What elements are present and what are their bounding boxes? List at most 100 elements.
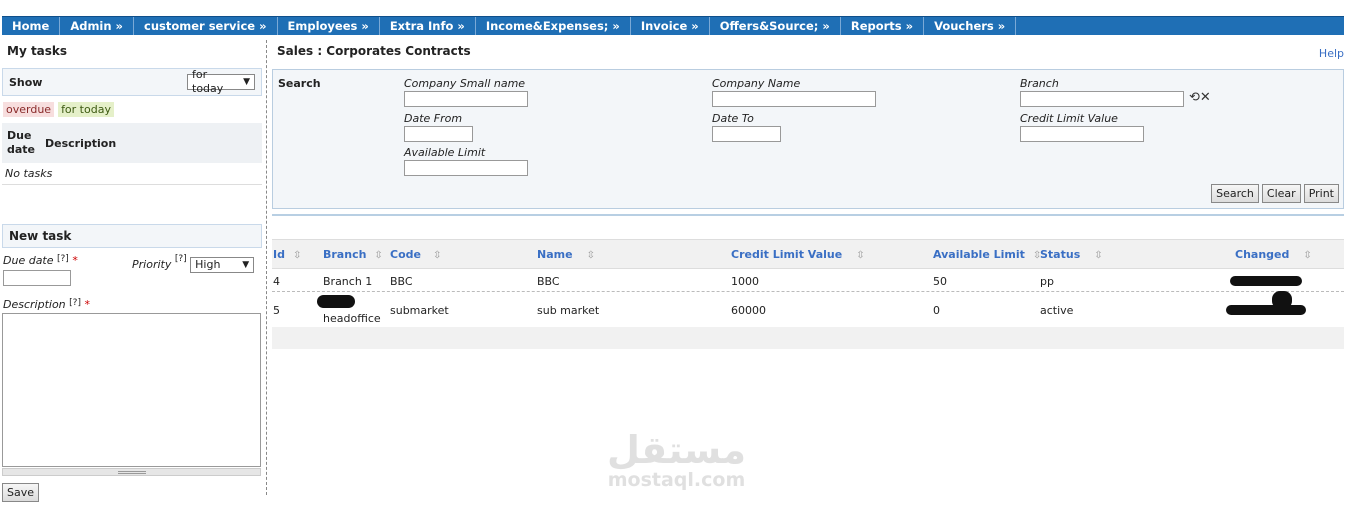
col-code-label: Code <box>390 248 421 261</box>
for-today-badge: for today <box>58 102 114 117</box>
menu-offers-source[interactable]: Offers&Source; » <box>710 17 841 35</box>
menu-income-expenses[interactable]: Income&Expenses; » <box>476 17 631 35</box>
sort-icon[interactable]: ⇳ <box>587 250 595 261</box>
new-task-fields-row: Due date [?] * Priority [?] High ▼ <box>2 248 262 298</box>
sort-icon[interactable]: ⇳ <box>433 250 441 261</box>
date-from-input[interactable] <box>404 126 473 142</box>
company-name-input[interactable] <box>712 91 876 107</box>
redacted-mark <box>317 295 355 308</box>
search-buttons: Search Clear Print <box>1211 184 1339 203</box>
menu-vouchers[interactable]: Vouchers » <box>924 17 1017 35</box>
cell-branch: headoffice <box>323 312 381 325</box>
description-group: Description [?] * <box>2 298 262 311</box>
available-limit-input[interactable] <box>404 160 528 176</box>
col-changed[interactable]: Changed ⇳ <box>1235 240 1312 270</box>
menu-admin[interactable]: Admin » <box>60 17 134 35</box>
cell-id: 4 <box>273 275 280 288</box>
clear-button[interactable]: Clear <box>1261 184 1301 203</box>
search-title: Search <box>278 77 321 90</box>
watermark-logo: مستقل mostaql.com <box>607 430 746 490</box>
company-small-name-label: Company Small name <box>404 77 526 90</box>
description-required: * <box>84 298 90 311</box>
watermark-latin: mostaql.com <box>607 469 746 491</box>
sort-icon[interactable]: ⇳ <box>293 250 301 261</box>
cell-status: pp <box>1040 275 1054 288</box>
sort-icon[interactable]: ⇳ <box>856 250 864 261</box>
description-textarea[interactable] <box>2 313 261 467</box>
redacted-mark <box>1226 305 1306 315</box>
show-select[interactable]: for today ▼ <box>187 68 255 95</box>
col-branch[interactable]: Branch ⇳ <box>323 240 383 270</box>
close-icon[interactable]: ✕ <box>1200 90 1211 105</box>
chevron-down-icon: ▼ <box>243 77 250 87</box>
due-date-header: Due date <box>7 129 45 157</box>
credit-limit-value-field: Credit Limit Value <box>1020 112 1144 142</box>
description-label: Description <box>3 298 66 311</box>
menu-employees[interactable]: Employees » <box>278 17 380 35</box>
credit-limit-value-input[interactable] <box>1020 126 1144 142</box>
save-button[interactable]: Save <box>2 483 40 502</box>
chevron-down-icon: ▼ <box>242 260 250 270</box>
my-tasks-panel: My tasks Show for today ▼ overdue for to… <box>2 40 262 185</box>
branch-input[interactable] <box>1020 91 1184 107</box>
col-credit-limit-value[interactable]: Credit Limit Value ⇳ <box>731 240 865 270</box>
cell-credit: 60000 <box>731 304 766 317</box>
priority-help[interactable]: [?] <box>175 254 187 264</box>
menu-customer-service[interactable]: customer service » <box>134 17 278 35</box>
refresh-icon[interactable]: ⟲ <box>1189 90 1200 105</box>
description-help[interactable]: [?] <box>69 298 81 308</box>
date-to-input[interactable] <box>712 126 781 142</box>
sort-icon[interactable]: ⇳ <box>1094 250 1102 261</box>
textarea-resize-handle[interactable] <box>2 468 261 476</box>
menu-reports[interactable]: Reports » <box>841 17 925 35</box>
date-to-label: Date To <box>712 112 754 125</box>
page-title: Sales : Corporates Contracts <box>277 44 471 58</box>
date-from-label: Date From <box>404 112 463 125</box>
branch-label: Branch <box>1020 77 1059 90</box>
due-date-help[interactable]: [?] <box>57 254 69 264</box>
due-date-input[interactable] <box>3 270 71 286</box>
menu-home[interactable]: Home <box>2 17 61 35</box>
my-tasks-title: My tasks <box>7 44 68 58</box>
cell-branch: Branch 1 <box>323 275 373 288</box>
priority-value: High <box>195 258 221 271</box>
due-date-group: Due date [?] * <box>3 254 78 286</box>
col-credit-limit-label: Credit Limit Value <box>731 248 843 261</box>
col-branch-label: Branch <box>323 248 367 261</box>
help-link[interactable]: Help <box>1319 47 1344 60</box>
print-button[interactable]: Print <box>1303 184 1339 203</box>
no-tasks-text: No tasks <box>2 163 262 185</box>
company-small-name-field: Company Small name <box>404 77 528 107</box>
watermark-arabic: مستقل <box>607 428 746 472</box>
panel-divider <box>266 40 267 495</box>
sort-icon[interactable]: ⇳ <box>1303 250 1311 261</box>
col-code[interactable]: Code ⇳ <box>390 240 441 270</box>
col-id[interactable]: Id ⇳ <box>273 240 301 270</box>
table-row[interactable]: 5 headoffice submarket sub market 60000 … <box>272 291 1344 327</box>
priority-group: Priority [?] High ▼ <box>132 254 255 273</box>
col-available-limit[interactable]: Available Limit ⇳ <box>933 240 1041 270</box>
menu-invoice[interactable]: Invoice » <box>631 17 710 35</box>
company-small-name-input[interactable] <box>404 91 528 107</box>
date-to-field: Date To <box>712 112 781 142</box>
section-separator <box>272 214 1344 216</box>
col-available-limit-label: Available Limit <box>933 248 1025 261</box>
col-status[interactable]: Status ⇳ <box>1040 240 1103 270</box>
col-status-label: Status <box>1040 248 1081 261</box>
menu-extra-info[interactable]: Extra Info » <box>380 17 476 35</box>
show-label: Show <box>9 75 43 89</box>
sort-icon[interactable]: ⇳ <box>374 250 382 261</box>
show-filter-row: Show for today ▼ <box>2 68 262 96</box>
col-id-label: Id <box>273 248 285 261</box>
task-legend: overdue for today <box>2 102 262 117</box>
redacted-mark <box>1230 276 1302 286</box>
new-task-form: New task Due date [?] * Priority [?] Hig… <box>2 224 262 502</box>
due-date-label: Due date <box>3 254 54 267</box>
due-header-line1: Due <box>7 129 32 142</box>
main-content: Sales : Corporates Contracts Help Search… <box>270 40 1346 349</box>
priority-select[interactable]: High ▼ <box>190 257 255 273</box>
search-button[interactable]: Search <box>1211 184 1259 203</box>
table-row[interactable]: 4 Branch 1 BBC BBC 1000 50 pp <box>272 270 1344 292</box>
save-row: Save <box>2 483 262 502</box>
col-name[interactable]: Name ⇳ <box>537 240 595 270</box>
